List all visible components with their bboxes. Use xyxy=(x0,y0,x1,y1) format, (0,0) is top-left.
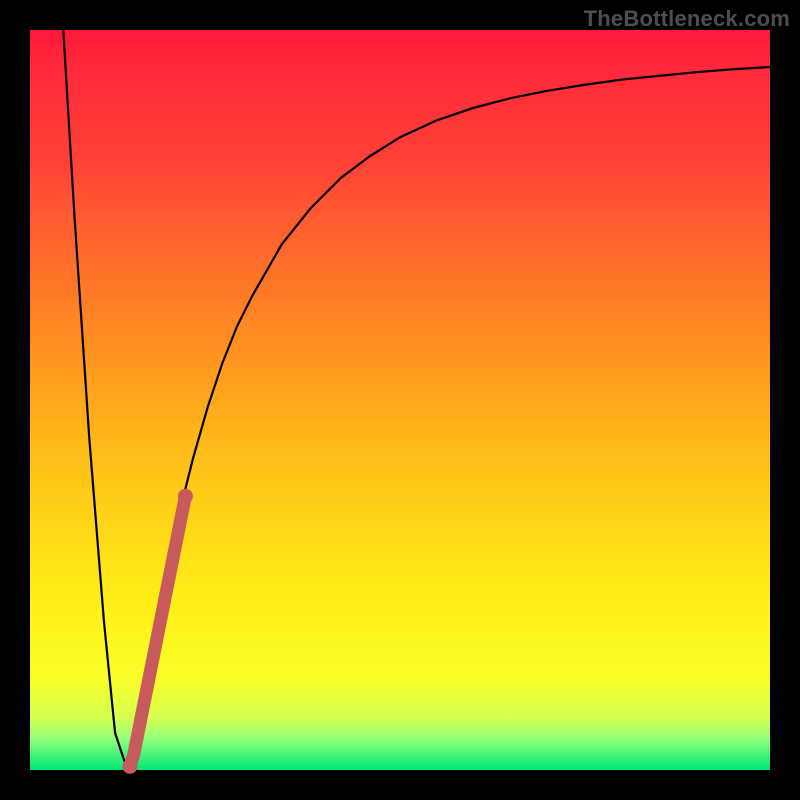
plot-area xyxy=(30,30,770,770)
watermark-text: TheBottleneck.com xyxy=(584,6,790,32)
chart-frame: TheBottleneck.com xyxy=(0,0,800,800)
